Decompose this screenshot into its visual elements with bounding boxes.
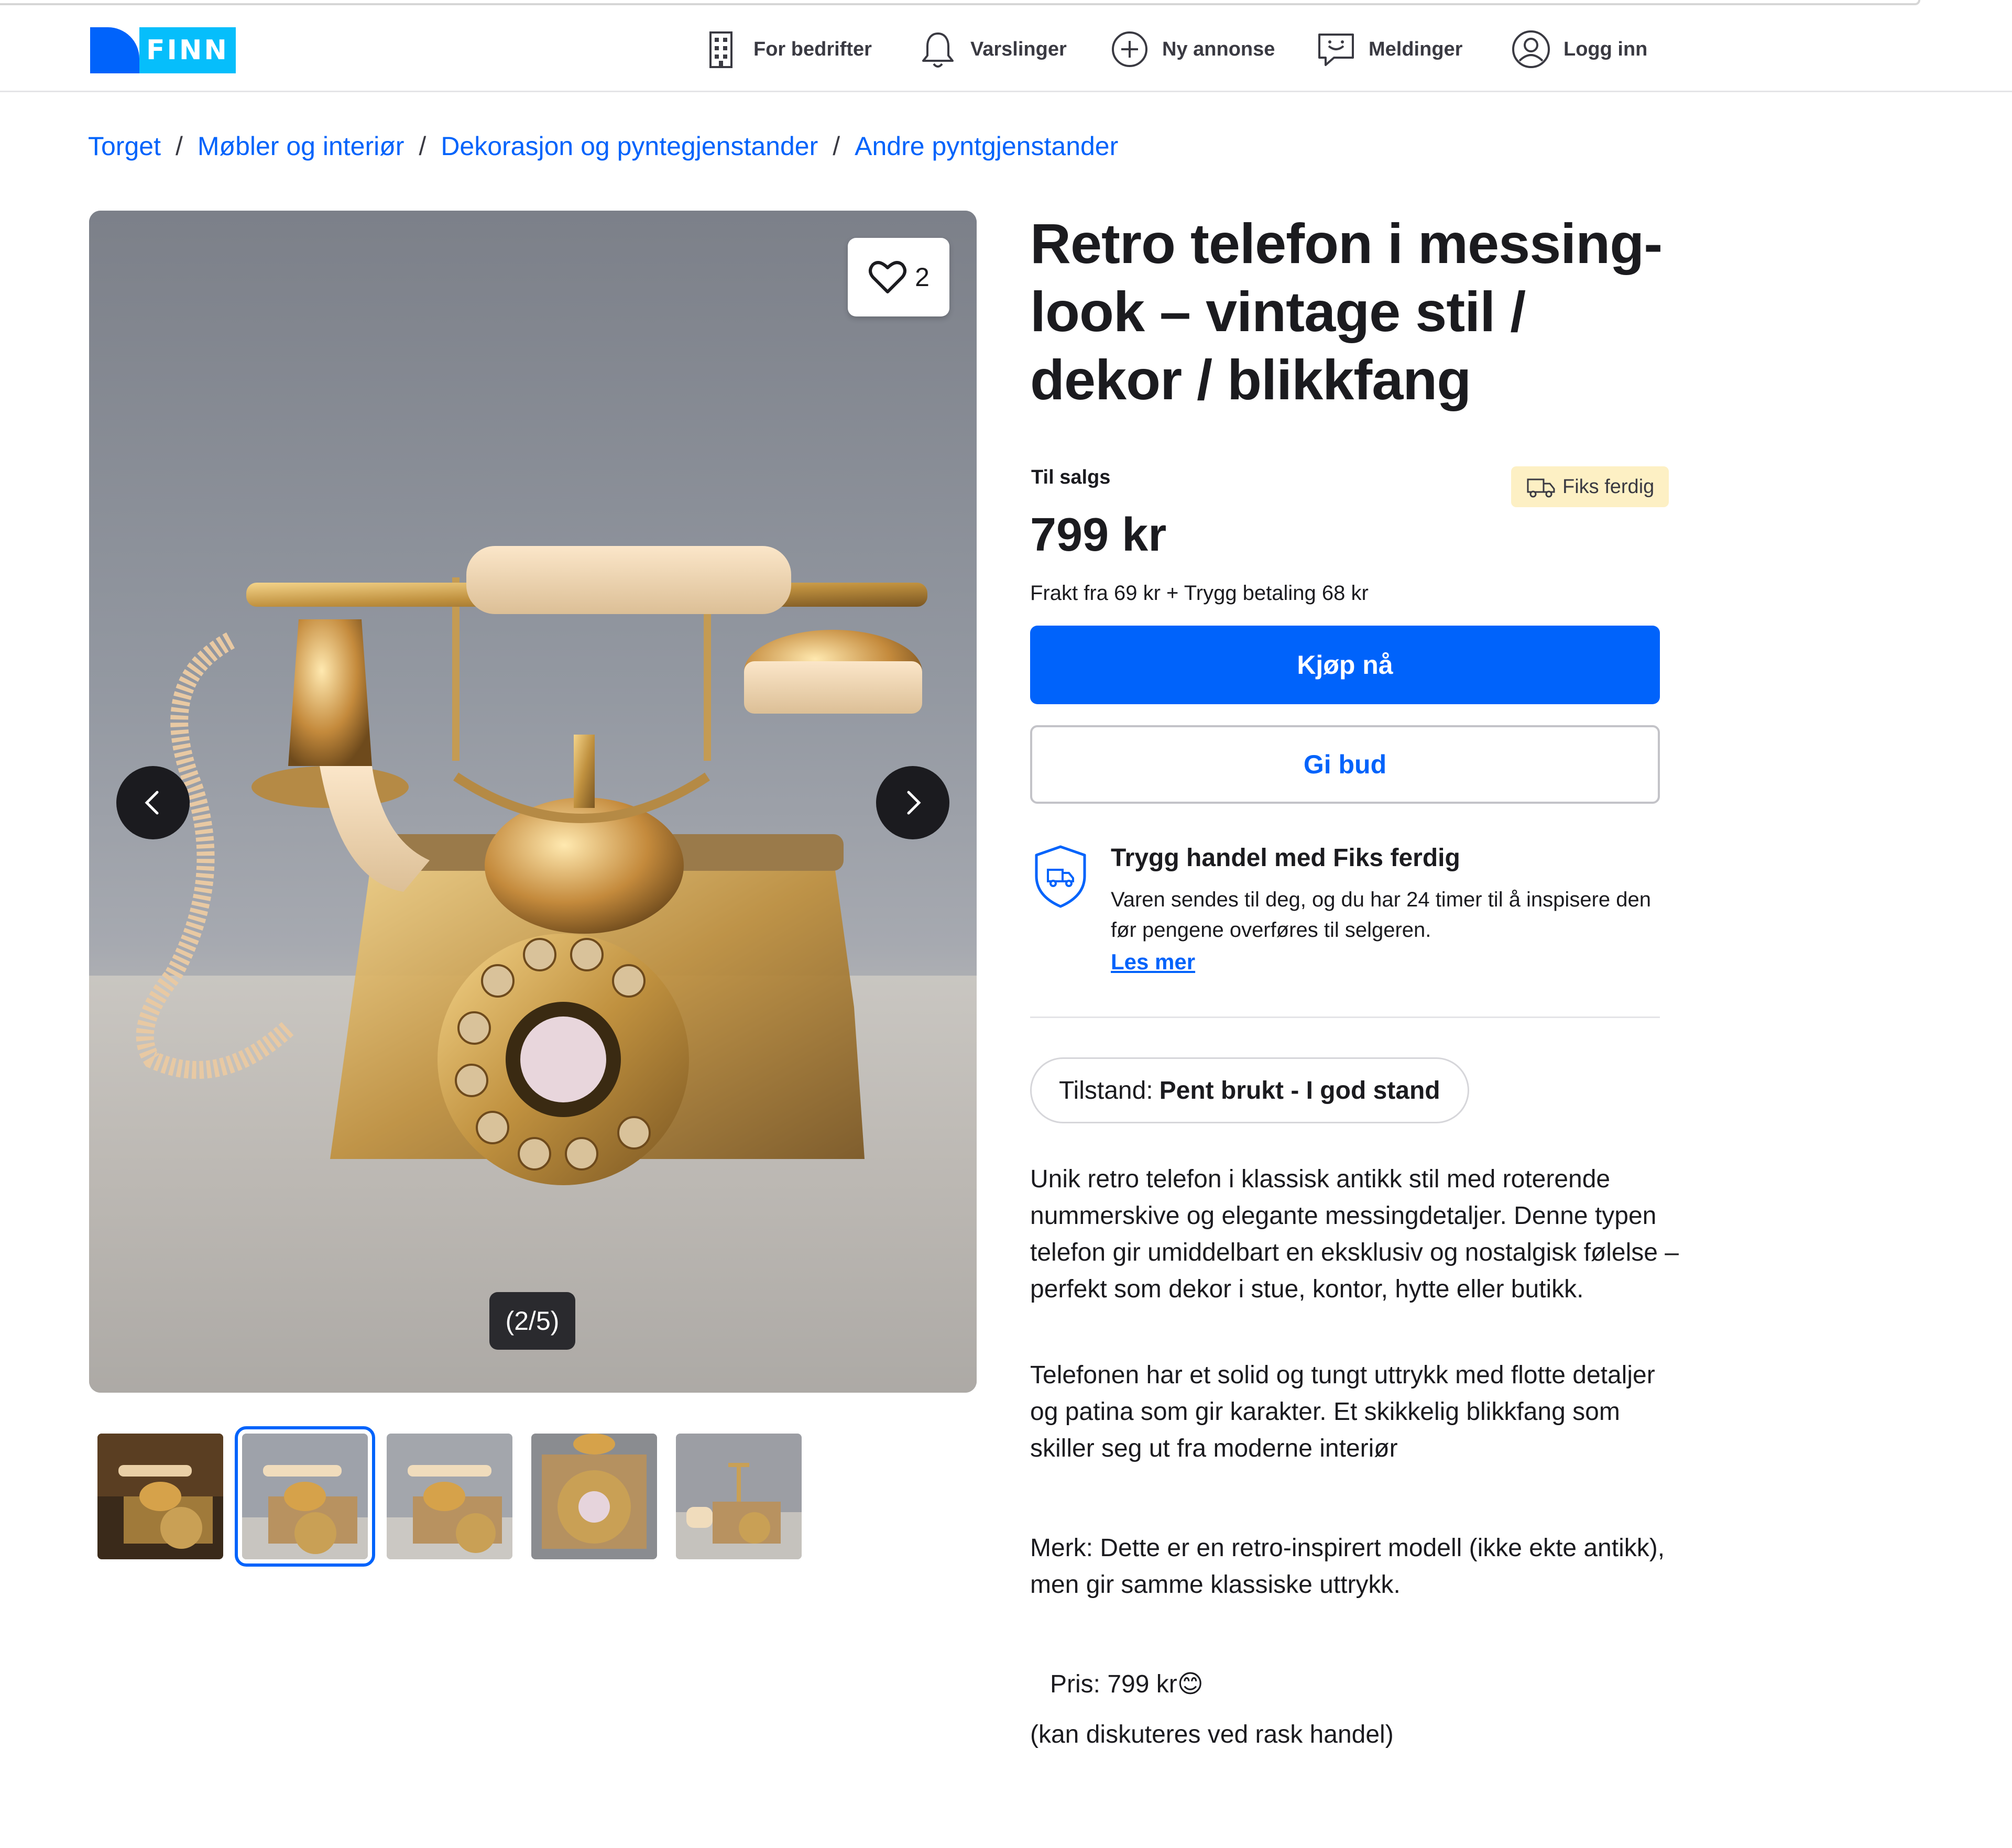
listing-title: Retro telefon i messing-look – vintage s… [1030,212,1663,411]
description-text: Unik retro telefon i klassisk antikk sti… [1030,1165,1679,1303]
nav-ny-annonse[interactable]: Ny annonse [1108,24,1275,74]
breadcrumb-separator: / [175,132,183,161]
description-paragraph-1: Unik retro telefon i klassisk antikk sti… [1030,1161,1680,1308]
breadcrumb: Torget / Møbler og interiør / Dekorasjon… [88,131,1118,161]
favorite-count: 2 [915,263,930,292]
nav-varslinger[interactable]: Varslinger [916,24,1067,74]
safe-trade-title: Trygg handel med Fiks ferdig [1111,844,1460,872]
breadcrumb-separator: / [833,132,840,161]
nav-for-bedrifter[interactable]: For bedrifter [699,24,872,74]
breadcrumb-separator: / [419,132,427,161]
thumbnail-1[interactable] [97,1434,223,1559]
buy-now-button[interactable]: Kjøp nå [1030,626,1660,704]
description-price: Pris: 799 kr😊 [1050,1666,1700,1703]
description-text: (kan diskuteres ved rask handel) [1030,1721,1394,1748]
chat-icon [1318,34,1354,66]
description-text: Merk: Dette er en retro-inspirert modell… [1030,1534,1665,1599]
thumbnail-image [531,1434,657,1559]
site-header: FINN For bedrifter Varslinger Ny annonse [0,0,2012,92]
description-text: Pris: 799 kr😊 [1050,1670,1204,1698]
favorite-button[interactable]: 2 [848,238,949,316]
logo-text: FINN [139,27,236,73]
breadcrumb-andre[interactable]: Andre pyntgjenstander [855,131,1118,161]
description-paragraph-2: Telefonen har et solid og tungt uttrykk … [1030,1357,1680,1467]
breadcrumb-torget[interactable]: Torget [88,131,161,161]
thumbnail-image [242,1434,368,1559]
nav-label: For bedrifter [753,38,872,60]
image-counter: (2/5) [489,1292,575,1350]
listing-status: Til salgs [1031,466,1111,488]
read-more-link[interactable]: Les mer [1111,949,1195,975]
next-image-button[interactable] [876,766,949,839]
shield-truck-icon [1035,845,1086,908]
thumbnail-image [676,1434,802,1559]
price: 799 kr [1030,509,1167,561]
condition-label: Tilstand: [1059,1076,1153,1105]
thumbnail-image [97,1434,223,1559]
description-paragraph-3: Merk: Dette er en retro-inspirert modell… [1030,1530,1680,1603]
heart-icon [869,261,907,293]
nav-logg-inn[interactable]: Logg inn [1509,24,1647,74]
badge-label: Fiks ferdig [1562,475,1655,498]
fiks-ferdig-badge: Fiks ferdig [1511,466,1669,507]
breadcrumb-dekorasjon[interactable]: Dekorasjon og pyntegjenstander [441,131,818,161]
thumbnail-4[interactable] [531,1434,657,1559]
user-circle-icon [1512,30,1550,68]
condition-value: Pent brukt - I god stand [1159,1076,1440,1105]
chevron-left-icon [145,791,159,815]
previous-image-button[interactable] [116,766,190,839]
nav-meldinger[interactable]: Meldinger [1314,24,1462,74]
thumbnail-strip [97,1426,821,1567]
thumbnail-3[interactable] [387,1434,512,1559]
nav-label: Meldinger [1369,38,1463,60]
nav-label: Ny annonse [1162,38,1275,60]
description-text: Telefonen har et solid og tungt uttrykk … [1030,1361,1655,1462]
section-divider [1030,1016,1660,1018]
thumbnail-5[interactable] [676,1434,802,1559]
condition-pill: Tilstand: Pent brukt - I god stand [1030,1057,1469,1123]
thumbnail-2[interactable] [235,1426,375,1567]
image-gallery[interactable]: 2 (2/5) [89,211,977,1393]
delivery-truck-icon [1527,478,1555,498]
plus-circle-icon [1112,31,1147,67]
description-note: (kan diskuteres ved rask handel) [1030,1716,1680,1753]
make-offer-button[interactable]: Gi bud [1030,725,1660,804]
nav-label: Logg inn [1563,38,1648,60]
breadcrumb-mobler[interactable]: Møbler og interiør [198,131,404,161]
nav-label: Varslinger [970,38,1067,60]
chevron-right-icon [907,791,921,815]
logo-mark [90,27,139,73]
finn-logo[interactable]: FINN [90,27,236,73]
building-icon [709,31,732,68]
bell-icon [922,32,954,68]
thumbnail-image [387,1434,512,1559]
safe-trade-text: Varen sendes til deg, og du har 24 timer… [1111,888,1651,942]
product-photo [136,546,927,1185]
shipping-info: Frakt fra 69 kr + Trygg betaling 68 kr [1030,582,1369,605]
